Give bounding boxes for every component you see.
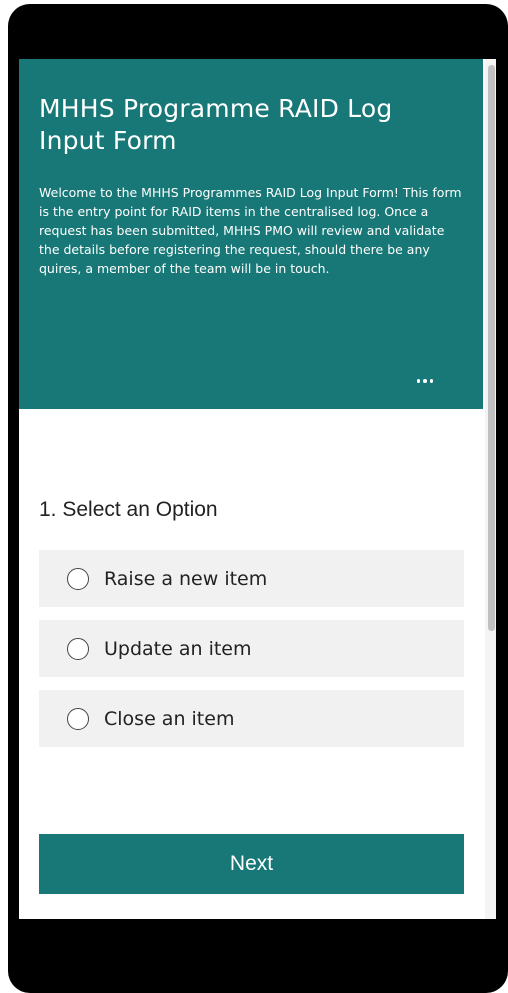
option-label: Update an item: [104, 638, 252, 660]
option-update-item[interactable]: Update an item: [39, 620, 464, 677]
option-label: Close an item: [104, 708, 235, 730]
ellipsis-icon: [423, 379, 427, 383]
option-raise-new-item[interactable]: Raise a new item: [39, 550, 464, 607]
form-title: MHHS Programme RAID Log Input Form: [39, 94, 393, 155]
radio-button[interactable]: [67, 568, 89, 590]
option-label: Raise a new item: [104, 568, 268, 590]
device-frame: MHHS Programme RAID Log Input Form Welco…: [8, 4, 508, 993]
scrollbar-thumb[interactable]: [488, 65, 495, 631]
option-close-item[interactable]: Close an item: [39, 690, 464, 747]
form-description: Welcome to the MHHS Programmes RAID Log …: [39, 185, 462, 276]
ellipsis-icon: [416, 379, 421, 383]
radio-button[interactable]: [67, 708, 89, 730]
scrollbar-track[interactable]: [485, 59, 496, 919]
next-button[interactable]: Next: [39, 834, 464, 894]
more-options-button[interactable]: [411, 370, 439, 392]
radio-button[interactable]: [67, 638, 89, 660]
ellipsis-icon: [429, 379, 434, 383]
form-header: MHHS Programme RAID Log Input Form Welco…: [19, 59, 483, 409]
question-title: 1. Select an Option: [39, 498, 218, 521]
form-screen: MHHS Programme RAID Log Input Form Welco…: [19, 59, 496, 919]
